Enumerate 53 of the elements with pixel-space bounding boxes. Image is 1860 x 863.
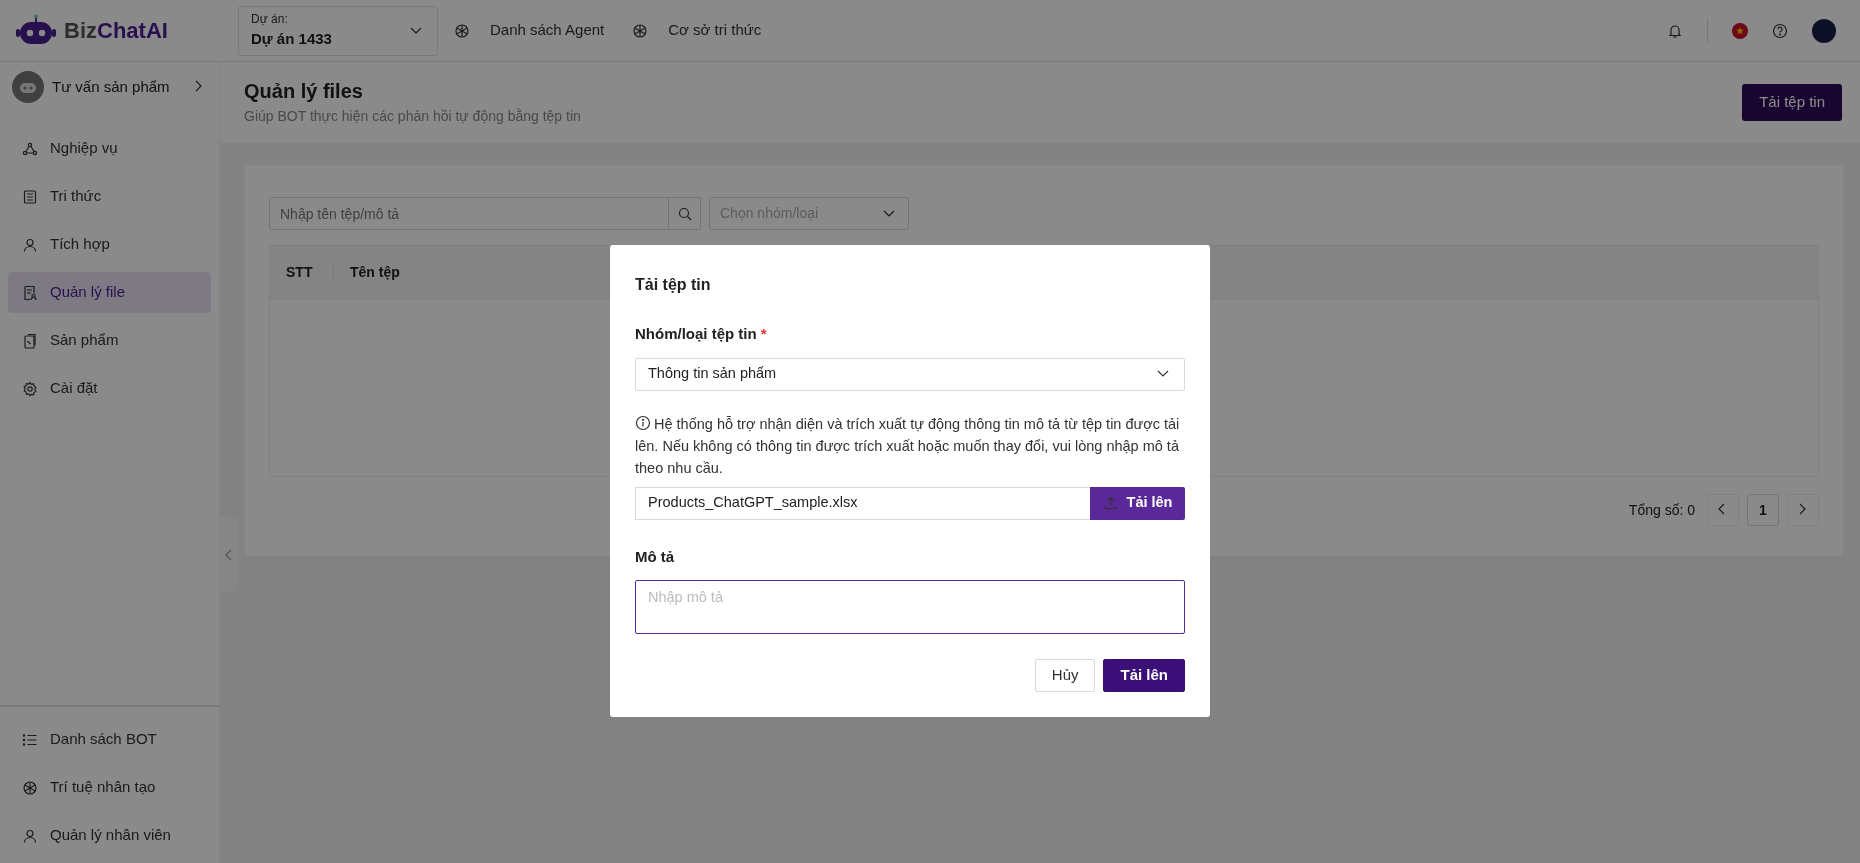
page-title: Quản lý files — [244, 79, 364, 104]
dialog-title: Tải tệp tin — [635, 275, 712, 295]
info-text: Hệ thống hỗ trợ nhận diện và trích xuất tự động thông tin mô tả từ tệp tin được tải lên. Nếu không có thông tin được trích xuất hoặc muốn thay đổi, vui lòng nhập mô tả theo nhu cầu. — [635, 413, 1181, 478]
upload-button[interactable]: Tải lên — [1103, 658, 1185, 692]
column-header: Tên tệp — [349, 263, 401, 282]
user-icon — [22, 236, 38, 253]
sidebar-item[interactable]: Quản lý nhân viên — [8, 815, 211, 856]
previous-page-button[interactable] — [1707, 494, 1739, 526]
page-button[interactable]: 1 — [1747, 494, 1779, 526]
next-page-button[interactable] — [1787, 494, 1819, 526]
list-icon — [22, 731, 38, 748]
logo-text: BizChatAI — [64, 17, 168, 45]
field-label: Mô tả — [635, 546, 676, 567]
collapse-handle[interactable] — [220, 517, 238, 592]
bell-icon — [1667, 22, 1683, 39]
column-header: STT — [270, 262, 334, 283]
avatar-icon[interactable] — [1812, 18, 1836, 43]
sidebar-item[interactable]: Sản phẩm — [8, 320, 211, 361]
document-icon — [22, 188, 38, 205]
nav-link[interactable]: Danh sách Agent — [478, 13, 617, 48]
upload-file-button[interactable]: Tải tệp tin — [1742, 84, 1842, 121]
file-user-icon — [22, 284, 38, 301]
gear-icon — [22, 380, 38, 397]
description-field[interactable]: Nhập mô tả — [635, 580, 1185, 634]
sidebar-item[interactable]: Danh sách BOT — [8, 719, 211, 760]
flag-icon[interactable] — [1732, 22, 1748, 39]
chevron-left-icon — [224, 548, 234, 561]
cancel-button[interactable]: Hủy — [1034, 658, 1096, 692]
page-subtitle: Giúp BOT thực hiện các phản hồi tự động bằng tệp tin — [244, 107, 581, 126]
clipboard-icon — [22, 332, 38, 349]
sidebar-item[interactable]: Quản lý file — [8, 272, 211, 313]
bot-name[interactable]: Tư vấn sản phẩm — [52, 75, 183, 99]
search-icon — [676, 205, 693, 222]
browse-upload-button[interactable]: Tải lên — [1090, 486, 1185, 520]
total-count: Tổng số: 0 — [1628, 500, 1695, 520]
search-button[interactable] — [669, 197, 701, 230]
sidebar-item[interactable]: Trí tuệ nhân tạo — [8, 767, 211, 808]
project-selector[interactable]: Dự án: Dự án 1433 — [238, 5, 438, 56]
sidebar-item[interactable]: Tri thức — [8, 176, 211, 217]
network-icon — [22, 140, 38, 157]
group-select[interactable]: Thông tin sản phẩm — [635, 357, 1185, 391]
upload-icon — [1102, 495, 1119, 511]
field-label: Nhóm/loại tệp tin * — [635, 324, 768, 344]
file-name-field[interactable]: Products_ChatGPT_sample.xlsx — [635, 486, 1090, 520]
search-field[interactable]: Nhập tên tệp/mô tả — [269, 197, 669, 230]
sidebar-item[interactable]: Tích hợp — [8, 224, 211, 265]
help-icon — [1772, 22, 1788, 39]
info-icon — [635, 414, 651, 431]
bot-avatar-icon — [12, 71, 44, 103]
sidebar-item[interactable]: Cài đặt — [8, 368, 211, 409]
user-icon — [22, 827, 38, 844]
nav-link[interactable]: Cơ sở tri thức — [656, 13, 774, 48]
sidebar-item[interactable]: Nghiệp vụ — [8, 128, 211, 169]
